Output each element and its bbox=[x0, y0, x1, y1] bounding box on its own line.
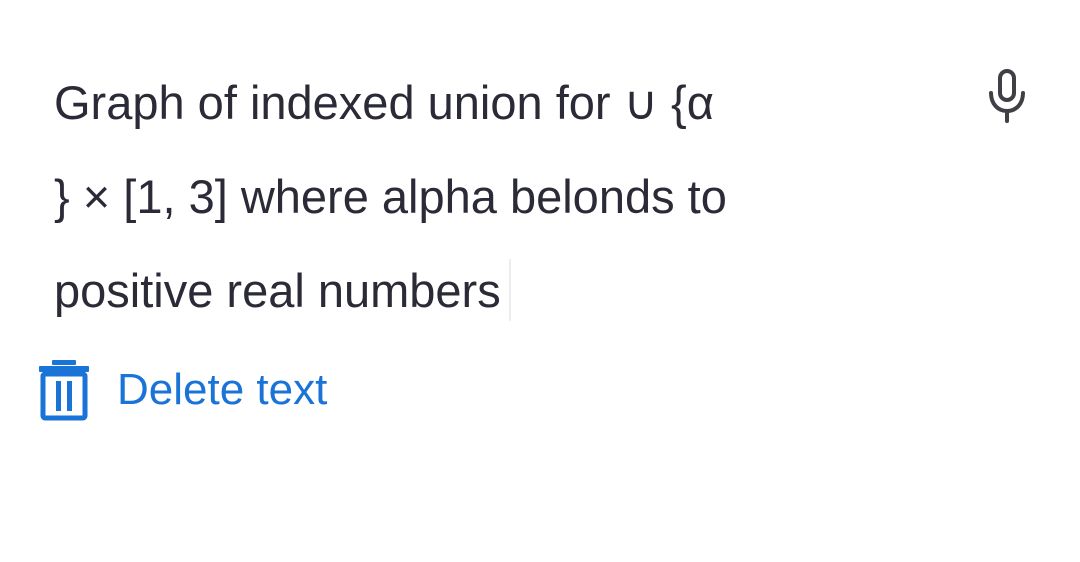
trash-icon bbox=[38, 358, 90, 422]
microphone-icon bbox=[984, 68, 1030, 124]
text-cursor bbox=[508, 259, 511, 321]
query-text[interactable]: Graph of indexed union for ∪ {α } × [1, … bbox=[54, 56, 934, 338]
delete-text-label: Delete text bbox=[117, 365, 328, 414]
query-line-1: Graph of indexed union for ∪ {α bbox=[54, 76, 714, 129]
query-line-3-text: positive real numbers bbox=[54, 264, 501, 317]
delete-text-button[interactable]: Delete text bbox=[38, 357, 327, 423]
query-line-3: positive real numbers bbox=[54, 244, 934, 338]
voice-input-button[interactable] bbox=[984, 68, 1030, 124]
query-panel: Graph of indexed union for ∪ {α } × [1, … bbox=[0, 0, 1080, 562]
query-line-2: } × [1, 3] where alpha belonds to bbox=[54, 170, 727, 223]
